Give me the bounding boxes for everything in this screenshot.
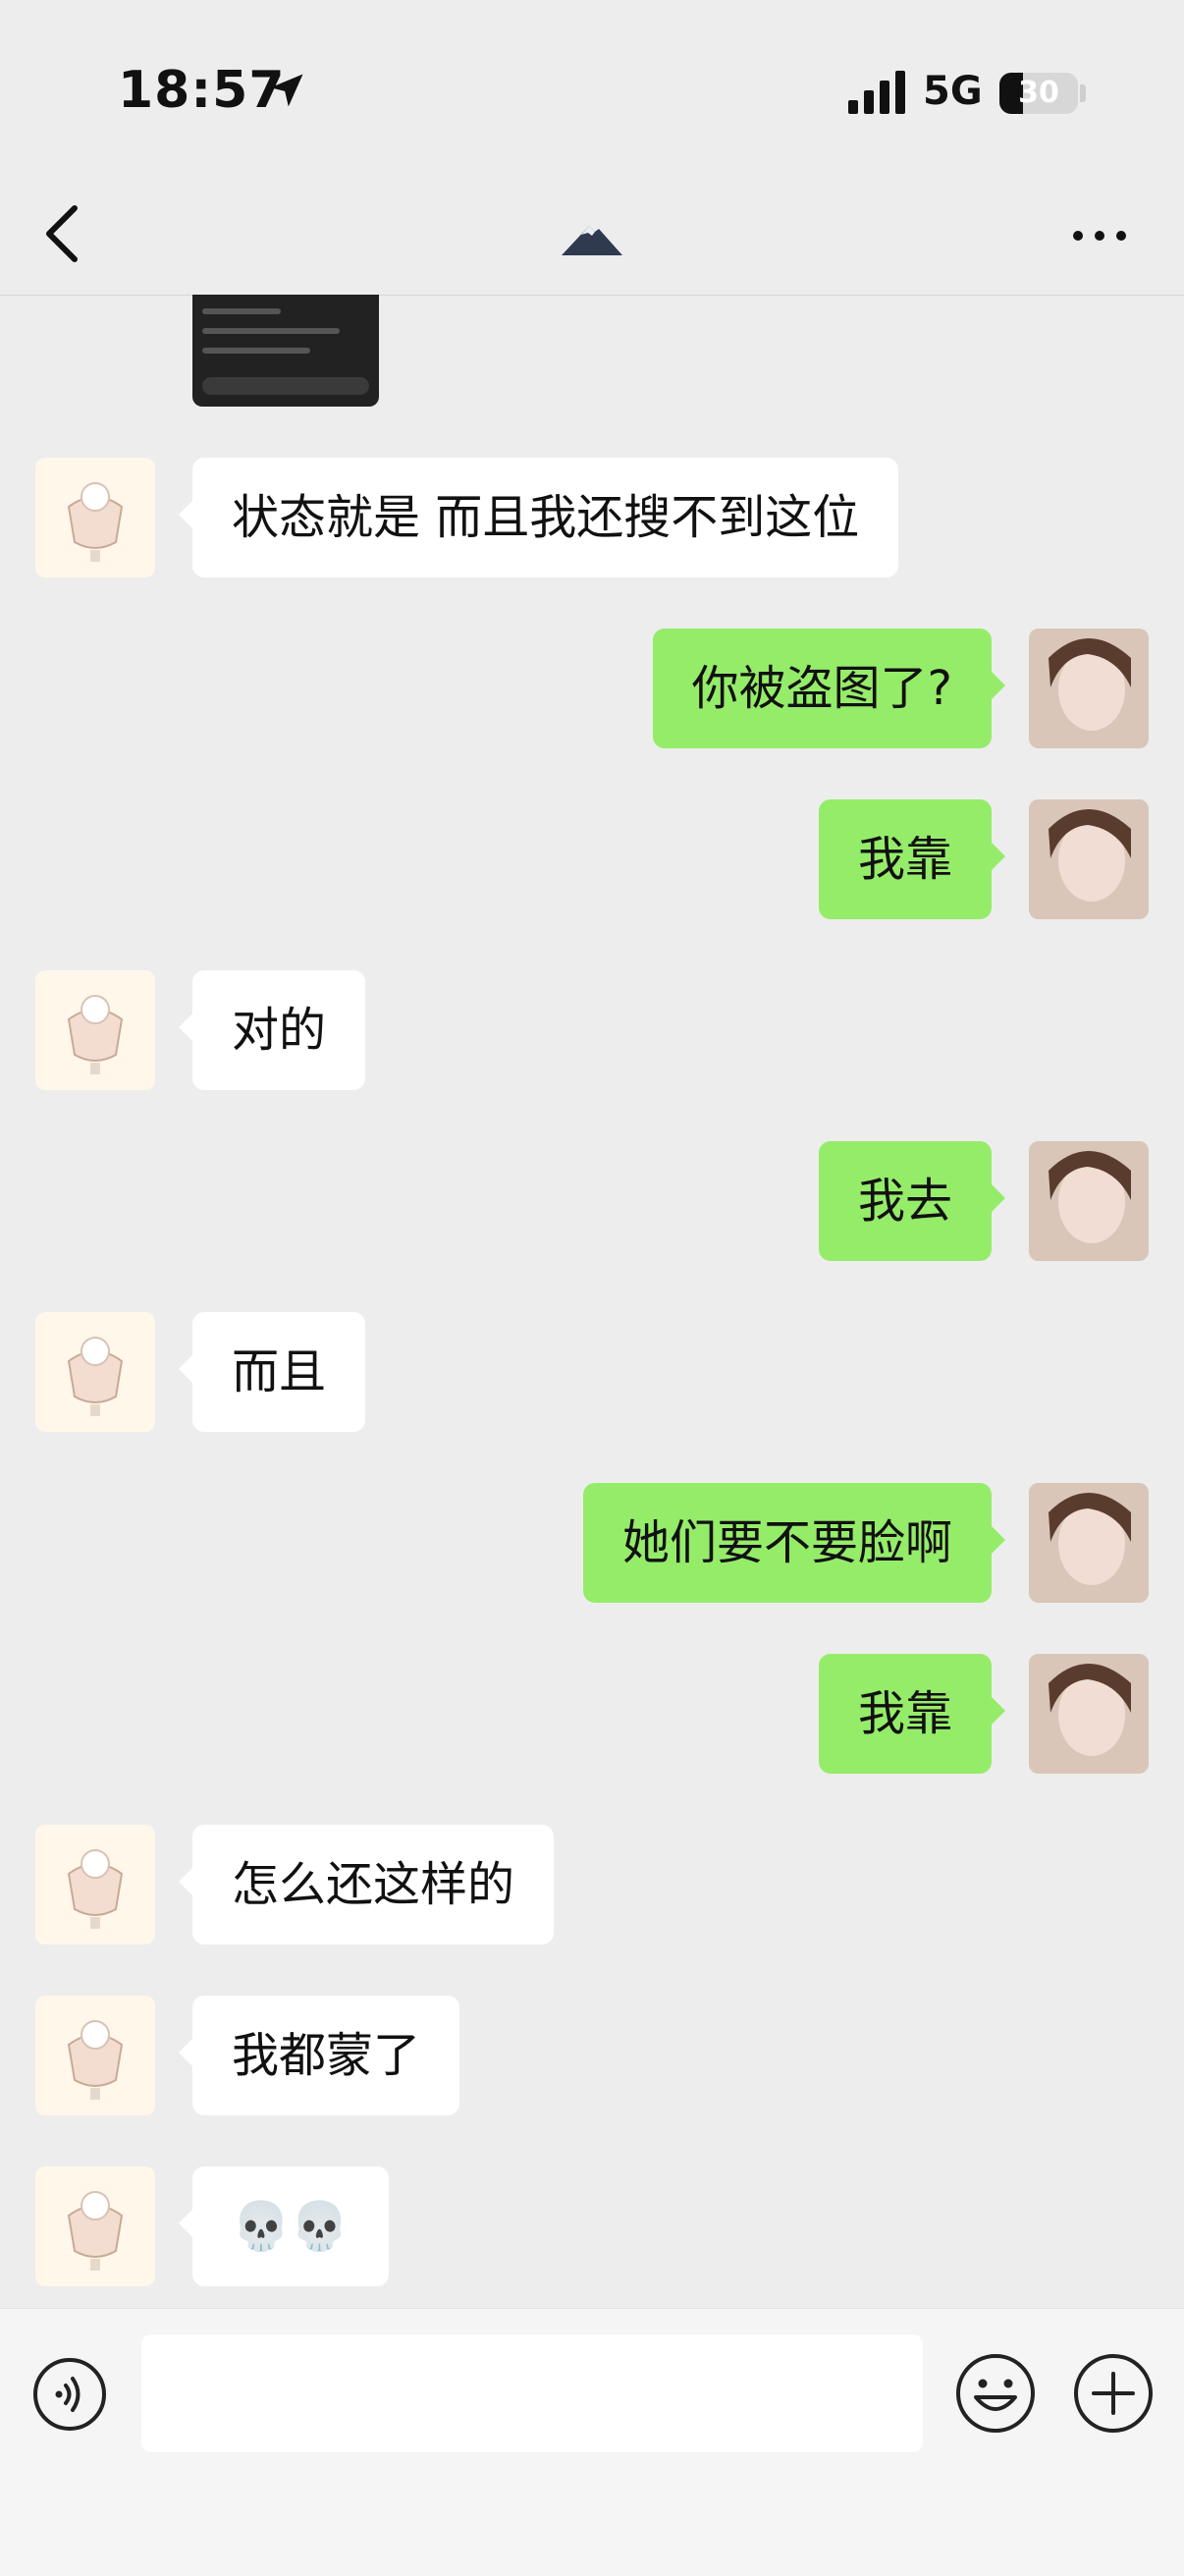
contact-avatar[interactable]	[35, 458, 155, 577]
contact-avatar[interactable]	[35, 1996, 155, 2115]
add-more-icon[interactable]	[1072, 2352, 1155, 2435]
incoming-message[interactable]: 对的	[178, 970, 366, 1090]
message-input-bar	[0, 2308, 1184, 2576]
user-avatar[interactable]	[1029, 799, 1149, 919]
cellular-signal-icon	[848, 71, 905, 114]
message-row: 而且	[0, 1312, 1184, 1432]
dessert-avatar-icon	[67, 2020, 124, 2100]
network-type: 5G	[923, 69, 983, 114]
battery-percent: 30	[1018, 76, 1059, 110]
thumbnail-line	[202, 308, 281, 314]
emoji-icon[interactable]	[954, 2352, 1037, 2435]
message-row: 我靠	[0, 799, 1184, 919]
outgoing-message[interactable]: 你被盗图了?	[652, 629, 1006, 748]
contact-avatar[interactable]	[35, 2166, 155, 2286]
message-row: 对的	[0, 970, 1184, 1090]
outgoing-message[interactable]: 我去	[818, 1141, 1006, 1261]
status-time: 18:57	[118, 61, 286, 120]
message-row: 我靠	[0, 1654, 1184, 1774]
outgoing-message[interactable]: 我靠	[818, 1654, 1006, 1774]
user-avatar[interactable]	[1029, 1654, 1149, 1774]
thumbnail-line	[202, 348, 310, 354]
shared-image-thumbnail[interactable]	[192, 295, 379, 407]
user-avatar[interactable]	[1029, 1141, 1149, 1261]
status-bar: 18:57 5G 30	[0, 0, 1184, 177]
message-list[interactable]: 状态就是 而且我还搜不到这位 你被盗图了? 我靠 对的 我去 而且 她们要不要脸…	[0, 295, 1184, 2308]
mountain-icon	[562, 226, 622, 255]
contact-avatar[interactable]	[35, 1825, 155, 1945]
dessert-avatar-icon	[67, 1849, 124, 1929]
outgoing-message[interactable]: 我靠	[818, 799, 1006, 919]
thumbnail-comment-bar	[202, 377, 369, 395]
user-avatar[interactable]	[1029, 629, 1149, 748]
battery-tip	[1080, 84, 1086, 102]
user-photo	[1029, 1654, 1149, 1774]
incoming-message[interactable]: 而且	[178, 1312, 366, 1432]
more-options-icon[interactable]	[1070, 224, 1129, 247]
dessert-avatar-icon	[67, 482, 124, 562]
contact-avatar[interactable]	[35, 1312, 155, 1432]
incoming-message[interactable]: 💀💀	[179, 2166, 389, 2286]
user-photo	[1029, 629, 1149, 748]
message-input[interactable]	[141, 2334, 923, 2452]
outgoing-message[interactable]: 她们要不要脸啊	[582, 1483, 1006, 1603]
dessert-avatar-icon	[67, 1337, 124, 1416]
battery-icon: 30	[999, 73, 1078, 114]
chat-header	[0, 177, 1184, 296]
message-row: 状态就是 而且我还搜不到这位	[0, 458, 1184, 577]
user-photo	[1029, 1483, 1149, 1603]
voice-input-icon[interactable]	[31, 2356, 108, 2433]
incoming-message[interactable]: 我都蒙了	[178, 1996, 460, 2115]
user-photo	[1029, 799, 1149, 919]
user-photo	[1029, 1141, 1149, 1261]
location-arrow-icon	[270, 74, 303, 107]
back-chevron-icon[interactable]	[43, 204, 82, 263]
dessert-avatar-icon	[67, 995, 124, 1074]
message-row: 我去	[0, 1141, 1184, 1261]
message-row: 我都蒙了	[0, 1996, 1184, 2115]
incoming-message[interactable]: 状态就是 而且我还搜不到这位	[178, 458, 899, 577]
message-row: 你被盗图了?	[0, 629, 1184, 748]
message-row: 她们要不要脸啊	[0, 1483, 1184, 1603]
thumbnail-line	[202, 328, 340, 334]
message-row: 怎么还这样的	[0, 1825, 1184, 1945]
message-row: 💀💀	[0, 2166, 1184, 2286]
incoming-message[interactable]: 怎么还这样的	[178, 1825, 555, 1945]
contact-avatar[interactable]	[35, 970, 155, 1090]
user-avatar[interactable]	[1029, 1483, 1149, 1603]
dessert-avatar-icon	[67, 2191, 124, 2271]
